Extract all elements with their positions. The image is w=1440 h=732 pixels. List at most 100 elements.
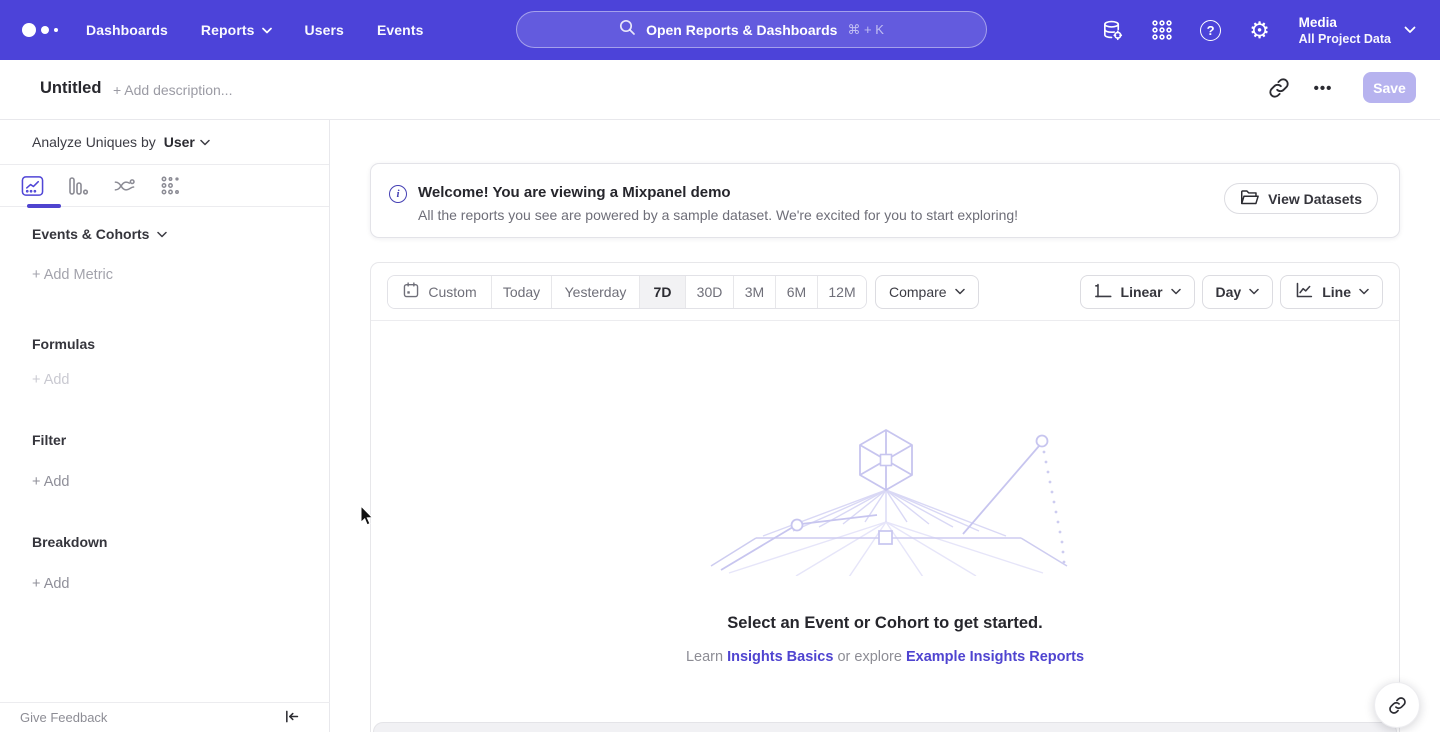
chevron-down-icon [1359, 288, 1369, 295]
breakdown-table-peek [373, 722, 1397, 732]
nav-items: Dashboards Reports Users Events [86, 22, 423, 38]
empty-state-title: Select an Event or Cohort to get started… [371, 614, 1399, 633]
mixpanel-insights-page: Dashboards Reports Users Events Open Rep… [0, 0, 1440, 732]
date-range-segmented-control: Custom Today Yesterday 7D 30D 3M 6M 12M [387, 275, 867, 309]
help-icon[interactable]: ? [1199, 18, 1223, 42]
tab-flow-icon[interactable] [101, 175, 147, 197]
collapse-sidebar-icon[interactable] [283, 708, 303, 728]
calendar-icon [402, 281, 420, 302]
nav-item-dashboards[interactable]: Dashboards [86, 22, 168, 38]
chevron-down-icon [1404, 26, 1416, 34]
chevron-down-icon [262, 27, 272, 34]
chevron-down-icon [955, 288, 965, 295]
example-reports-link[interactable]: Example Insights Reports [906, 649, 1084, 665]
project-name: Media [1299, 15, 1391, 30]
chevron-down-icon [200, 139, 210, 146]
analyze-value: User [164, 134, 195, 150]
chart-type-label: Line [1322, 284, 1351, 300]
range-6m[interactable]: 6M [776, 276, 818, 308]
tab-retention-grid-icon[interactable] [147, 175, 193, 196]
welcome-banner: i Welcome! You are viewing a Mixpanel de… [370, 163, 1400, 238]
global-search-button[interactable]: Open Reports & Dashboards ⌘ + K [516, 11, 987, 48]
add-breakdown-button[interactable]: + Add [32, 576, 70, 592]
range-today[interactable]: Today [492, 276, 552, 308]
project-selector[interactable]: Media All Project Data [1299, 15, 1416, 46]
main-content: i Welcome! You are viewing a Mixpanel de… [330, 120, 1440, 732]
analyze-uniques-row[interactable]: Analyze Uniques by User [0, 120, 329, 165]
chevron-down-icon [157, 231, 167, 238]
nav-item-dashboards-label: Dashboards [86, 22, 168, 38]
tab-bar-chart-icon[interactable] [55, 175, 101, 197]
nav-item-events[interactable]: Events [377, 22, 424, 38]
data-management-icon[interactable] [1101, 18, 1125, 42]
range-custom-label: Custom [428, 284, 476, 300]
view-datasets-button[interactable]: View Datasets [1224, 183, 1378, 214]
chart-controls-row: Custom Today Yesterday 7D 30D 3M 6M 12M … [371, 263, 1399, 321]
project-scope: All Project Data [1299, 32, 1391, 46]
nav-right-cluster: ? ⚙ Media All Project Data [1076, 0, 1440, 60]
nav-item-events-label: Events [377, 22, 424, 38]
range-30d[interactable]: 30D [686, 276, 734, 308]
insights-basics-link[interactable]: Insights Basics [727, 649, 833, 665]
active-tab-indicator [27, 204, 61, 208]
nav-item-users[interactable]: Users [305, 22, 344, 38]
add-metric-button[interactable]: + Add Metric [32, 267, 113, 283]
report-type-tabs [0, 165, 329, 207]
compare-label: Compare [889, 284, 947, 300]
range-12m[interactable]: 12M [818, 276, 866, 308]
more-options-icon[interactable]: ••• [1310, 74, 1336, 104]
mixpanel-logo-icon[interactable] [22, 23, 58, 37]
range-7d[interactable]: 7D [640, 276, 686, 308]
add-formula-button[interactable]: + Add [32, 372, 70, 388]
insights-chart-card: Custom Today Yesterday 7D 30D 3M 6M 12M … [370, 262, 1400, 732]
interval-dropdown[interactable]: Day [1202, 275, 1274, 309]
welcome-subtitle: All the reports you see are powered by a… [418, 207, 1018, 223]
search-placeholder: Open Reports & Dashboards [646, 22, 837, 38]
empty-state-illustration [701, 426, 1071, 576]
save-button[interactable]: Save [1363, 72, 1416, 103]
chevron-down-icon [1171, 288, 1181, 295]
range-custom[interactable]: Custom [388, 276, 492, 308]
empty-state-links: Learn Insights Basics or explore Example… [371, 649, 1399, 665]
report-header-bar: Untitled + Add description... ••• [0, 60, 1440, 120]
search-shortcut: ⌘ + K [847, 22, 884, 38]
chart-type-dropdown[interactable]: Line [1280, 275, 1383, 309]
give-feedback-link[interactable]: Give Feedback [20, 710, 107, 725]
learn-prefix: Learn [686, 649, 727, 665]
linear-axis-icon [1094, 282, 1113, 302]
compare-dropdown[interactable]: Compare [875, 275, 979, 309]
analyze-label: Analyze Uniques by [32, 134, 156, 150]
interval-label: Day [1216, 284, 1242, 300]
or-explore-text: or explore [833, 649, 906, 665]
gear-glyph: ⚙ [1249, 19, 1270, 42]
scale-dropdown[interactable]: Linear [1080, 275, 1195, 309]
welcome-title: Welcome! You are viewing a Mixpanel demo [418, 184, 731, 201]
nav-item-reports[interactable]: Reports [201, 22, 272, 38]
range-yesterday[interactable]: Yesterday [552, 276, 640, 308]
top-nav-bar: Dashboards Reports Users Events Open Rep… [0, 0, 1440, 60]
scale-label: Linear [1121, 284, 1163, 300]
events-cohorts-label: Events & Cohorts [32, 226, 149, 242]
nav-item-users-label: Users [305, 22, 344, 38]
events-cohorts-section-title[interactable]: Events & Cohorts [32, 226, 167, 242]
filter-section-title: Filter [32, 432, 66, 448]
add-filter-button[interactable]: + Add [32, 474, 70, 490]
report-title[interactable]: Untitled [40, 79, 101, 98]
tab-insights-chart-icon[interactable] [9, 175, 55, 197]
settings-gear-icon[interactable]: ⚙ [1248, 18, 1272, 42]
info-icon: i [389, 185, 407, 203]
apps-grid-icon[interactable] [1150, 18, 1174, 42]
query-builder-sidebar: Analyze Uniques by User [0, 120, 330, 732]
add-description-field[interactable]: + Add description... [113, 82, 232, 98]
breakdown-section-title: Breakdown [32, 534, 107, 550]
chart-display-controls: Linear Day Line [1080, 275, 1383, 309]
nav-item-reports-label: Reports [201, 22, 255, 38]
range-3m[interactable]: 3M [734, 276, 776, 308]
line-chart-icon [1294, 281, 1314, 302]
share-link-floating-button[interactable] [1374, 682, 1420, 728]
project-selector-text: Media All Project Data [1299, 15, 1391, 46]
copy-link-icon[interactable] [1268, 77, 1292, 101]
search-icon [619, 19, 636, 41]
folder-icon [1240, 189, 1259, 209]
help-question-glyph: ? [1200, 20, 1221, 41]
